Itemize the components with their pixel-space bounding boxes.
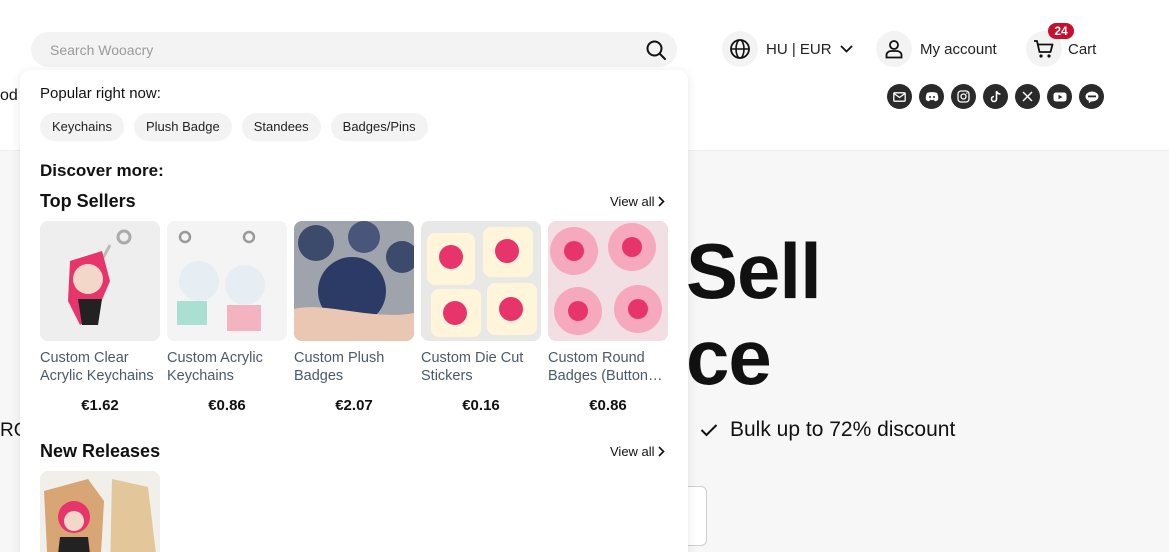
chevron-right-icon	[657, 446, 665, 457]
hero-heading-line-2: ce	[686, 313, 772, 401]
discord-icon[interactable]	[919, 84, 944, 109]
product-name: Custom Acrylic Keychains	[167, 350, 263, 384]
top-sellers-view-all[interactable]: View all	[610, 194, 665, 209]
cart-count-badge: 24	[1048, 23, 1074, 39]
feature-item: Bulk up to 72% discount	[700, 418, 955, 442]
product-price: €0.86	[589, 397, 627, 414]
view-all-label: View all	[610, 444, 655, 459]
chevron-down-icon	[839, 45, 853, 53]
top-sellers-list: Custom Clear Acrylic Keychains €1.62 Cus…	[40, 221, 675, 414]
product-image	[167, 221, 287, 341]
product-image	[421, 221, 541, 341]
view-all-label: View all	[610, 194, 655, 209]
product-price: €0.86	[208, 397, 246, 414]
chip-standees[interactable]: Standees	[241, 113, 321, 141]
line-icon[interactable]	[1079, 84, 1104, 109]
nav-text-fragment[interactable]: od	[0, 87, 18, 105]
locale-label: HU | EUR	[766, 40, 832, 58]
social-links	[887, 84, 1111, 109]
new-releases-view-all[interactable]: View all	[610, 444, 665, 459]
chevron-right-icon	[657, 196, 665, 207]
popular-chips: Keychains Plush Badge Standees Badges/Pi…	[40, 113, 438, 141]
hero-heading-line-1: Sell	[686, 227, 822, 315]
feature-text: Bulk up to 72% discount	[730, 418, 956, 441]
product-card[interactable]: Custom Plush Badges €2.07	[294, 221, 414, 414]
x-icon[interactable]	[1015, 84, 1040, 109]
product-price: €1.62	[81, 397, 119, 414]
new-releases-title: New Releases	[40, 441, 161, 461]
product-image	[40, 221, 160, 341]
youtube-icon[interactable]	[1047, 84, 1072, 109]
popular-title: Popular right now:	[40, 85, 161, 102]
product-card[interactable]: Custom Die Cut Stickers €0.16	[421, 221, 541, 414]
new-release-image[interactable]	[40, 471, 160, 552]
chip-badges-pins[interactable]: Badges/Pins	[330, 113, 428, 141]
search-icon[interactable]	[644, 38, 668, 62]
chip-keychains[interactable]: Keychains	[40, 113, 124, 141]
product-image	[548, 221, 668, 341]
account-link[interactable]: My account	[876, 30, 997, 68]
checkmark-icon	[700, 424, 718, 437]
search-input[interactable]	[31, 32, 631, 67]
cart-label: Cart	[1068, 40, 1097, 58]
product-name: Custom Die Cut Stickers	[421, 350, 524, 384]
discover-title: Discover more:	[40, 161, 164, 180]
tiktok-icon[interactable]	[983, 84, 1008, 109]
product-name: Custom Round Badges (Button Pins)	[548, 350, 648, 384]
mail-icon[interactable]	[887, 84, 912, 109]
product-name: Custom Clear Acrylic Keychains	[40, 350, 154, 384]
product-price: €0.16	[462, 397, 500, 414]
product-image	[294, 221, 414, 341]
search-bar	[31, 32, 677, 67]
globe-icon	[722, 31, 758, 67]
top-sellers-title: Top Sellers	[40, 191, 136, 211]
cart-link[interactable]: 24 Cart	[1026, 23, 1097, 68]
product-price: €2.07	[335, 397, 373, 414]
locale-selector[interactable]: HU | EUR	[722, 30, 853, 68]
product-card[interactable]: Custom Round Badges (Button Pins) €0.86	[548, 221, 668, 414]
product-name: Custom Plush Badges	[294, 350, 385, 384]
user-icon	[876, 31, 912, 67]
chip-plush-badge[interactable]: Plush Badge	[133, 113, 232, 141]
product-card[interactable]: Custom Clear Acrylic Keychains €1.62	[40, 221, 160, 414]
account-label: My account	[920, 40, 997, 58]
instagram-icon[interactable]	[951, 84, 976, 109]
product-card[interactable]: Custom Acrylic Keychains €0.86	[167, 221, 287, 414]
search-dropdown: Popular right now: Keychains Plush Badge…	[20, 70, 688, 552]
